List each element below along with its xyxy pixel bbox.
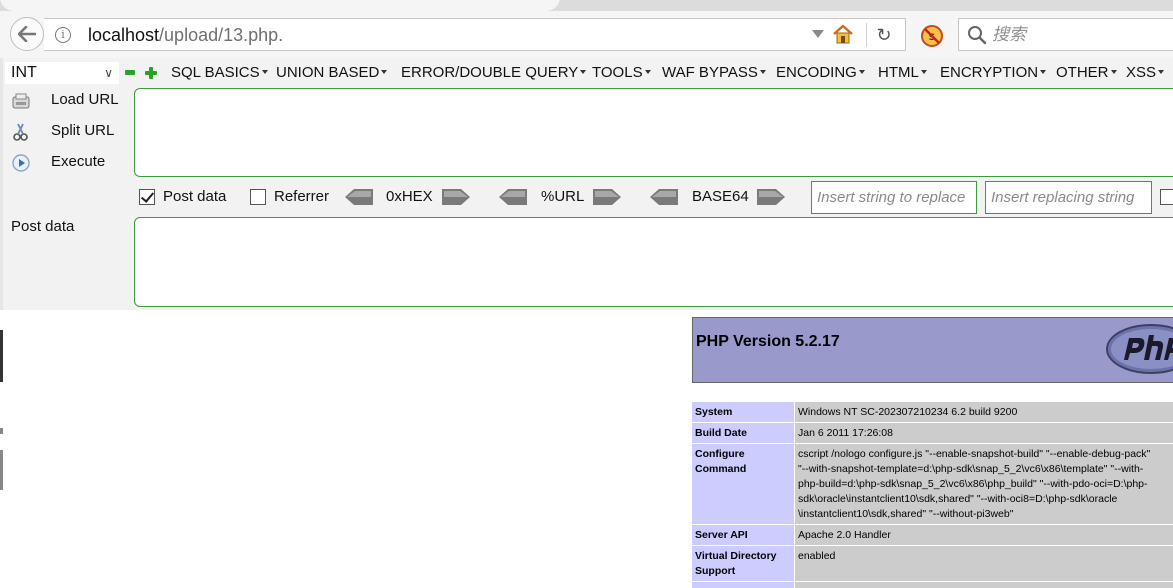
browser-window: i localhost/upload/13.php. ↻ S 搜索 INT ∨ … bbox=[0, 0, 1173, 588]
configure-line: cscript /nologo configure.js "--enable-s… bbox=[798, 448, 1151, 460]
menu-union-based[interactable]: UNION BASED bbox=[276, 62, 387, 84]
menu-waf-bypass[interactable]: WAF BYPASS bbox=[662, 62, 766, 84]
table-key: Configure Command bbox=[692, 444, 794, 524]
table-key bbox=[692, 582, 794, 588]
active-tab[interactable] bbox=[0, 0, 560, 11]
hex-decode-arrow-icon[interactable] bbox=[345, 189, 373, 205]
plus-icon[interactable] bbox=[145, 67, 157, 79]
url-encode-arrow-icon[interactable] bbox=[593, 189, 621, 205]
search-icon bbox=[968, 26, 987, 45]
phpinfo-table: System Windows NT SC-202307210234 6.2 bu… bbox=[692, 402, 1173, 588]
replacing-string-placeholder: Insert replacing string bbox=[991, 189, 1135, 206]
table-row: Virtual Directory Support enabled bbox=[692, 546, 1173, 582]
table-row: Build Date Jan 6 2011 17:26:08 bbox=[692, 423, 1173, 444]
url-text[interactable]: localhost/upload/13.php. bbox=[88, 23, 283, 47]
menu-sql-basics[interactable]: SQL BASICS bbox=[171, 62, 268, 84]
table-key: Server API bbox=[692, 525, 794, 545]
url-host: localhost bbox=[88, 25, 160, 45]
play-icon bbox=[12, 154, 30, 172]
configure-line: sdk\oracle\instantclient10\sdk,shared" "… bbox=[798, 493, 1118, 505]
hex-label: 0xHEX bbox=[386, 188, 433, 205]
php-version-title: PHP Version 5.2.17 bbox=[696, 333, 840, 350]
table-value bbox=[795, 582, 1173, 588]
replace-all-checkbox[interactable] bbox=[1160, 189, 1173, 205]
table-row: System Windows NT SC-202307210234 6.2 bu… bbox=[692, 402, 1173, 423]
page-content: PHP Version 5.2.17 System Windows NT SC-… bbox=[0, 310, 1173, 588]
post-data-checkbox[interactable] bbox=[139, 189, 155, 205]
menu-html[interactable]: HTML bbox=[878, 62, 927, 84]
post-data-textarea[interactable] bbox=[134, 217, 1173, 307]
noscript-icon[interactable]: S bbox=[920, 24, 944, 48]
menu-other[interactable]: OTHER bbox=[1056, 62, 1117, 84]
left-content-fragment bbox=[0, 428, 3, 434]
table-key: Virtual Directory Support bbox=[692, 546, 794, 581]
table-value: Jan 6 2011 17:26:08 bbox=[795, 423, 1173, 443]
php-logo-icon bbox=[1106, 324, 1173, 374]
execute-button[interactable]: Execute bbox=[9, 150, 134, 176]
replacing-string-input[interactable]: Insert replacing string bbox=[985, 181, 1152, 214]
menu-xss[interactable]: XSS bbox=[1126, 62, 1164, 84]
table-row: Configure Command cscript /nologo config… bbox=[692, 444, 1173, 525]
navigation-bar: i localhost/upload/13.php. ↻ S 搜索 bbox=[0, 11, 1173, 58]
back-button[interactable] bbox=[10, 17, 44, 51]
address-bar[interactable]: i localhost/upload/13.php. ↻ bbox=[44, 18, 906, 51]
base64-label: BASE64 bbox=[692, 188, 749, 205]
chevron-down-icon: ∨ bbox=[104, 66, 113, 80]
table-value-configure: cscript /nologo configure.js "--enable-s… bbox=[795, 444, 1173, 524]
left-content-fragment bbox=[0, 450, 3, 490]
tab-strip bbox=[0, 0, 1173, 11]
left-content-fragment bbox=[0, 330, 3, 382]
url-encode-label: %URL bbox=[541, 188, 585, 205]
hackbar-options: Post data Referrer 0xHEX %URL BASE64 Ins… bbox=[3, 181, 1173, 215]
scissors-icon bbox=[13, 123, 28, 141]
history-dropdown-icon[interactable] bbox=[812, 30, 824, 38]
load-url-label: Load URL bbox=[51, 91, 119, 108]
table-key: Build Date bbox=[692, 423, 794, 443]
hackbar-menu: INT ∨ SQL BASICS UNION BASED ERROR/DOUBL… bbox=[3, 61, 1173, 85]
configure-line: \instantclient10\sdk,shared" "--without-… bbox=[798, 508, 1014, 520]
home-icon[interactable] bbox=[832, 23, 854, 45]
split-url-button[interactable]: Split URL bbox=[9, 119, 134, 145]
table-row: Server API Apache 2.0 Handler bbox=[692, 525, 1173, 546]
info-icon[interactable]: i bbox=[55, 27, 71, 43]
url-path: /upload/13.php. bbox=[159, 25, 284, 45]
referrer-option-label[interactable]: Referrer bbox=[274, 187, 329, 207]
base64-decode-arrow-icon[interactable] bbox=[650, 189, 678, 205]
table-value: enabled bbox=[795, 546, 1173, 581]
menu-error-double-query[interactable]: ERROR/DOUBLE QUERY bbox=[401, 62, 586, 84]
load-url-icon bbox=[12, 93, 30, 109]
post-data-label: Post data bbox=[11, 218, 75, 235]
execute-label: Execute bbox=[51, 153, 106, 170]
back-arrow-icon bbox=[18, 26, 36, 42]
injection-type-select[interactable]: INT ∨ bbox=[5, 62, 119, 84]
menu-encryption[interactable]: ENCRYPTION bbox=[940, 62, 1046, 84]
table-key: System bbox=[692, 402, 794, 422]
url-textarea[interactable] bbox=[134, 88, 1173, 177]
hackbar-panel: INT ∨ SQL BASICS UNION BASED ERROR/DOUBL… bbox=[3, 58, 1173, 310]
configure-line: "--with-snapshot-template=d:\php-sdk\sna… bbox=[798, 463, 1144, 475]
table-value: Apache 2.0 Handler bbox=[795, 525, 1173, 545]
url-separator bbox=[866, 23, 867, 47]
minus-icon[interactable] bbox=[125, 70, 135, 75]
base64-encode-arrow-icon[interactable] bbox=[757, 189, 785, 205]
replace-string-input[interactable]: Insert string to replace bbox=[811, 181, 977, 214]
post-data-option-label[interactable]: Post data bbox=[163, 187, 226, 207]
search-placeholder: 搜索 bbox=[992, 25, 1026, 44]
referrer-checkbox[interactable] bbox=[250, 189, 266, 205]
replace-string-placeholder: Insert string to replace bbox=[817, 189, 966, 206]
injection-type-value: INT bbox=[11, 64, 37, 81]
load-url-button[interactable]: Load URL bbox=[9, 88, 134, 114]
split-url-label: Split URL bbox=[51, 122, 115, 139]
configure-line: php-build=d:\php-sdk\snap_5_2\vc6\x86\ph… bbox=[798, 478, 1148, 490]
table-value: Windows NT SC-202307210234 6.2 build 920… bbox=[795, 402, 1173, 422]
hex-encode-arrow-icon[interactable] bbox=[442, 189, 470, 205]
menu-encoding[interactable]: ENCODING bbox=[776, 62, 865, 84]
table-row bbox=[692, 582, 1173, 588]
menu-tools[interactable]: TOOLS bbox=[592, 62, 651, 84]
phpinfo-header: PHP Version 5.2.17 bbox=[692, 317, 1173, 383]
url-decode-arrow-icon[interactable] bbox=[499, 189, 527, 205]
search-bar[interactable]: 搜索 bbox=[958, 18, 1173, 51]
reload-icon[interactable]: ↻ bbox=[874, 24, 894, 46]
